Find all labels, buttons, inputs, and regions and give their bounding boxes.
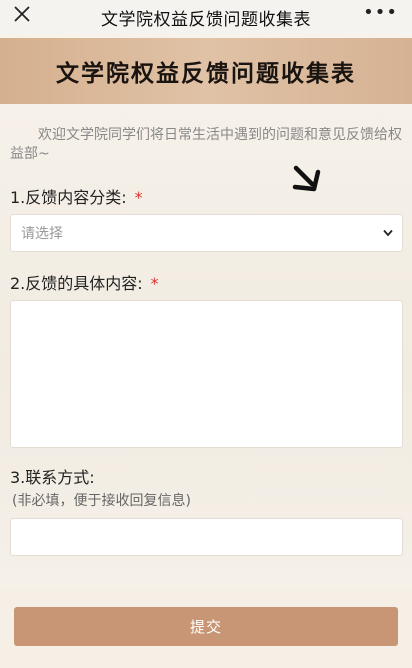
form-banner: 文学院权益反馈问题收集表 bbox=[0, 38, 412, 104]
required-marker: * bbox=[134, 188, 143, 207]
question-2-label: 2.反馈的具体内容: * bbox=[10, 270, 159, 294]
page-title: 文学院权益反馈问题收集表 bbox=[101, 9, 311, 30]
category-select-placeholder: 请选择 bbox=[21, 226, 63, 242]
top-navigation-bar: 文学院权益反馈问题收集表 ••• bbox=[0, 0, 412, 34]
contact-input[interactable] bbox=[10, 518, 403, 556]
feedback-content-textarea[interactable] bbox=[10, 300, 403, 448]
required-marker: * bbox=[150, 274, 159, 293]
close-icon[interactable] bbox=[12, 4, 32, 24]
category-select[interactable]: 请选择 bbox=[10, 214, 403, 252]
hand-drawn-arrow-icon bbox=[292, 165, 321, 192]
chevron-down-icon bbox=[383, 229, 393, 237]
submit-button[interactable]: 提交 bbox=[14, 607, 398, 646]
question-3-label: 3.联系方式: bbox=[10, 468, 95, 487]
form-heading: 文学院权益反馈问题收集表 bbox=[56, 61, 356, 87]
footer-bar: 提交 bbox=[0, 588, 412, 668]
question-1-label: 1.反馈内容分类: * bbox=[10, 184, 143, 208]
more-options-icon[interactable]: ••• bbox=[363, 4, 398, 22]
form-intro: 欢迎文学院同学们将日常生活中遇到的问题和意见反馈给权益部~ bbox=[10, 127, 402, 162]
question-1-text: 1.反馈内容分类: bbox=[10, 188, 127, 207]
question-3-hint: (非必填，便于接收回复信息) bbox=[12, 493, 191, 509]
form-body: 欢迎文学院同学们将日常生活中遇到的问题和意见反馈给权益部~ 1.反馈内容分类: *… bbox=[0, 104, 412, 588]
question-2-text: 2.反馈的具体内容: bbox=[10, 274, 143, 293]
